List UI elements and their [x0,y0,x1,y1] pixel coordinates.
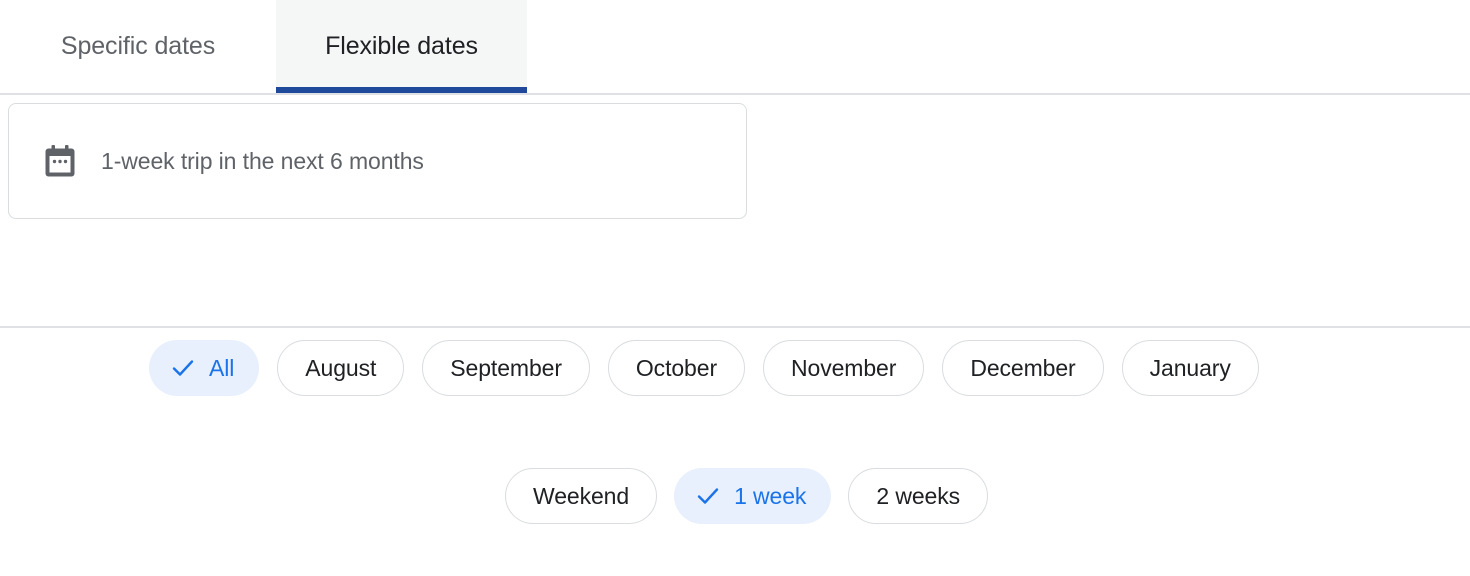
chip-label: October [635,354,718,381]
check-icon [170,355,196,381]
month-chip-january[interactable]: January [1121,340,1259,396]
tab-specific-dates[interactable]: Specific dates [0,0,276,93]
duration-chip-2-weeks[interactable]: 2 weeks [848,468,989,524]
month-chip-december[interactable]: December [942,340,1104,396]
chip-label: August [305,354,377,381]
input-section-divider [0,326,1470,328]
chip-label: September [450,354,562,381]
chip-label: January [1149,354,1231,381]
chip-label: December [970,354,1076,381]
month-chip-all[interactable]: All [149,340,260,396]
duration-chip-weekend[interactable]: Weekend [505,468,658,524]
month-chip-october[interactable]: October [607,340,746,396]
tab-flexible-dates[interactable]: Flexible dates [276,0,527,93]
chip-label: 2 weeks [876,482,961,509]
flexible-date-field[interactable]: 1-week trip in the next 6 months [8,103,747,219]
date-mode-tabstrip: Specific dates Flexible dates [0,0,1470,95]
month-chip-row: All August September October November De… [149,340,1259,396]
date-input-section: 1-week trip in the next 6 months [0,95,1470,328]
chip-label: All [209,354,235,381]
duration-chip-1-week[interactable]: 1 week [674,468,832,524]
chip-label: 1 week [734,482,807,509]
chip-label: Weekend [533,482,630,509]
month-chip-august[interactable]: August [277,340,405,396]
duration-chip-row: Weekend 1 week 2 weeks [505,468,989,524]
check-icon [695,483,721,509]
chip-label: November [791,354,897,381]
active-tab-indicator [276,87,527,93]
month-chip-september[interactable]: September [422,340,590,396]
calendar-icon [45,145,75,177]
month-chip-november[interactable]: November [763,340,925,396]
flexible-dates-panel: Specific dates Flexible dates 1-week tri… [0,0,1470,576]
flexible-date-field-value: 1-week trip in the next 6 months [101,147,424,174]
